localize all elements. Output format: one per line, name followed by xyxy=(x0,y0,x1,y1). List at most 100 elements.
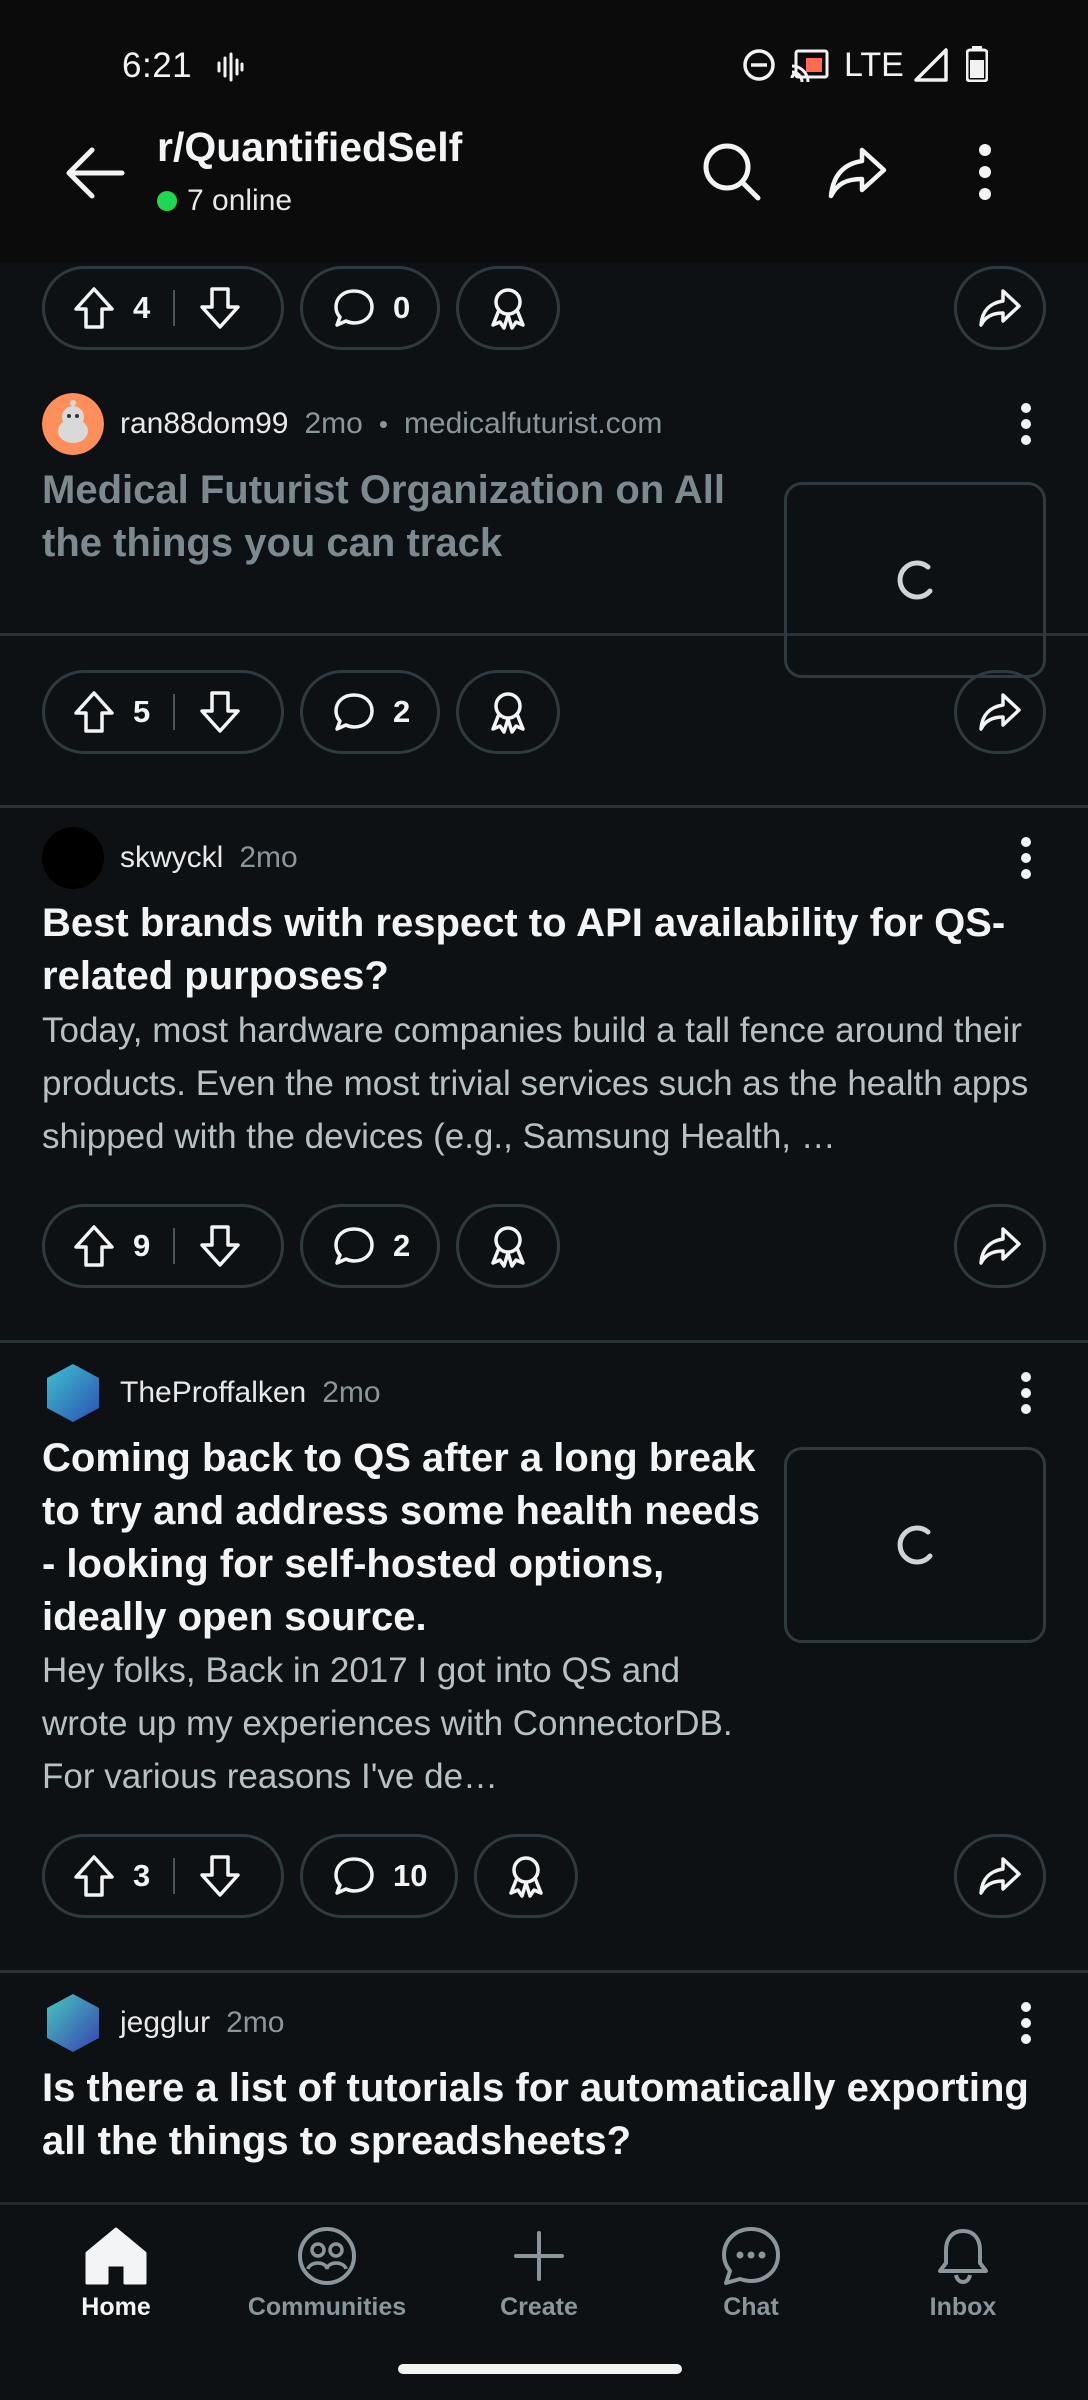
post-actions: 3 10 xyxy=(42,1834,1046,1918)
nav-create[interactable]: Create xyxy=(449,2225,629,2322)
post-author[interactable]: TheProffalken xyxy=(120,1376,306,1410)
comment-count: 2 xyxy=(393,1228,411,1263)
upvote-icon[interactable] xyxy=(73,1224,115,1268)
comment-icon xyxy=(334,1227,374,1265)
nav-communities[interactable]: Communities xyxy=(237,2225,417,2322)
share-button[interactable] xyxy=(954,670,1046,754)
bell-icon xyxy=(938,2229,988,2285)
search-button[interactable] xyxy=(692,132,772,212)
downvote-icon[interactable] xyxy=(199,1224,241,1268)
post-card[interactable]: ran88dom99 2mo • medicalfuturist.com Med… xyxy=(0,374,1088,808)
upvote-count: 3 xyxy=(133,1858,151,1893)
post-author[interactable]: skwyckl xyxy=(120,841,223,875)
award-icon xyxy=(491,288,525,330)
post-domain[interactable]: medicalfuturist.com xyxy=(404,407,662,441)
share-icon xyxy=(979,1227,1021,1265)
more-vertical-icon xyxy=(1021,2002,1031,2044)
gesture-home-bar[interactable] xyxy=(398,2364,682,2374)
online-dot xyxy=(157,191,177,211)
post-title[interactable]: Medical Futurist Organization on All the… xyxy=(42,464,742,570)
share-icon xyxy=(979,1857,1021,1895)
online-indicator: 7 online xyxy=(157,184,292,218)
post-card[interactable]: jegglur 2mo Is there a list of tutorials… xyxy=(0,1973,1088,2202)
share-button[interactable] xyxy=(954,1834,1046,1918)
post-feed[interactable]: 4 0 ran88dom99 2mo • medicalfuturist.com… xyxy=(0,262,1088,2202)
share-subreddit-button[interactable] xyxy=(818,132,898,212)
network-label: LTE xyxy=(844,46,904,84)
post-options-button[interactable] xyxy=(1006,1362,1046,1424)
post-body-preview[interactable]: Hey folks, Back in 2017 I got into QS an… xyxy=(42,1644,772,1803)
post-meta: skwyckl 2mo xyxy=(42,827,298,889)
vote-control: 4 xyxy=(42,266,284,350)
vote-control: 9 xyxy=(42,1204,284,1288)
upvote-icon[interactable] xyxy=(73,286,115,330)
post-actions: 4 0 xyxy=(42,266,1046,350)
post-thumbnail[interactable] xyxy=(784,1447,1046,1643)
share-icon xyxy=(979,289,1021,327)
post-card[interactable]: TheProffalken 2mo Coming back to QS afte… xyxy=(0,1343,1088,1973)
downvote-icon[interactable] xyxy=(199,1854,241,1898)
comments-button[interactable]: 2 xyxy=(300,670,440,754)
upvote-icon[interactable] xyxy=(73,690,115,734)
avatar[interactable] xyxy=(42,393,104,455)
nav-home[interactable]: Home xyxy=(26,2225,206,2322)
nav-home-label: Home xyxy=(81,2293,151,2321)
comment-count: 10 xyxy=(393,1858,428,1893)
post-body-preview[interactable]: Today, most hardware companies build a t… xyxy=(42,1004,1046,1163)
post-title[interactable]: Is there a list of tutorials for automat… xyxy=(42,2062,1052,2168)
post-thumbnail[interactable] xyxy=(784,482,1046,678)
post-age: 2mo xyxy=(304,407,363,440)
subreddit-name[interactable]: r/QuantifiedSelf xyxy=(157,124,462,171)
vote-divider xyxy=(173,694,175,730)
award-button[interactable] xyxy=(474,1834,578,1918)
signal-icon xyxy=(914,48,948,82)
nav-chat[interactable]: Chat xyxy=(661,2225,841,2322)
vibrate-icon xyxy=(217,52,244,82)
award-button[interactable] xyxy=(456,1204,560,1288)
upvote-icon[interactable] xyxy=(73,1854,115,1898)
award-button[interactable] xyxy=(456,670,560,754)
share-button[interactable] xyxy=(954,266,1046,350)
chat-icon xyxy=(722,2227,780,2285)
meta-separator: • xyxy=(378,408,388,439)
post-title[interactable]: Best brands with respect to API availabi… xyxy=(42,897,1042,1003)
overflow-menu-button[interactable] xyxy=(945,132,1025,212)
post-meta: ran88dom99 2mo • medicalfuturist.com xyxy=(42,393,662,455)
search-icon xyxy=(703,143,761,201)
downvote-icon[interactable] xyxy=(199,690,241,734)
back-button[interactable] xyxy=(60,138,130,208)
downvote-icon[interactable] xyxy=(199,286,241,330)
battery-icon xyxy=(966,46,988,82)
comments-button[interactable]: 2 xyxy=(300,1204,440,1288)
nav-chat-label: Chat xyxy=(723,2293,779,2321)
comments-button[interactable]: 10 xyxy=(300,1834,458,1918)
comment-count: 2 xyxy=(393,694,411,729)
loading-spinner-icon xyxy=(897,560,933,600)
post-options-button[interactable] xyxy=(1006,393,1046,455)
more-vertical-icon xyxy=(1021,1372,1031,1414)
award-button[interactable] xyxy=(456,266,560,350)
nav-create-label: Create xyxy=(500,2293,578,2321)
share-icon xyxy=(979,693,1021,731)
share-button[interactable] xyxy=(954,1204,1046,1288)
upvote-count: 9 xyxy=(133,1228,151,1263)
avatar[interactable] xyxy=(42,1362,104,1424)
home-icon xyxy=(85,2227,147,2285)
more-vertical-icon xyxy=(979,144,991,200)
post-title[interactable]: Coming back to QS after a long break to … xyxy=(42,1432,772,1644)
comment-icon xyxy=(334,693,374,731)
post-author[interactable]: ran88dom99 xyxy=(120,407,288,441)
share-icon xyxy=(828,147,887,199)
post-card[interactable]: skwyckl 2mo Best brands with respect to … xyxy=(0,808,1088,1343)
post-options-button[interactable] xyxy=(1006,1992,1046,2054)
comments-button[interactable]: 0 xyxy=(300,266,440,350)
nav-inbox[interactable]: Inbox xyxy=(873,2225,1053,2322)
online-count: 7 online xyxy=(187,184,293,217)
avatar[interactable] xyxy=(42,827,104,889)
post-meta: TheProffalken 2mo xyxy=(42,1362,381,1424)
post-options-button[interactable] xyxy=(1006,827,1046,889)
post-meta: jegglur 2mo xyxy=(42,1992,284,2054)
nav-inbox-label: Inbox xyxy=(929,2293,997,2321)
post-author[interactable]: jegglur xyxy=(120,2006,210,2040)
avatar[interactable] xyxy=(42,1992,104,2054)
